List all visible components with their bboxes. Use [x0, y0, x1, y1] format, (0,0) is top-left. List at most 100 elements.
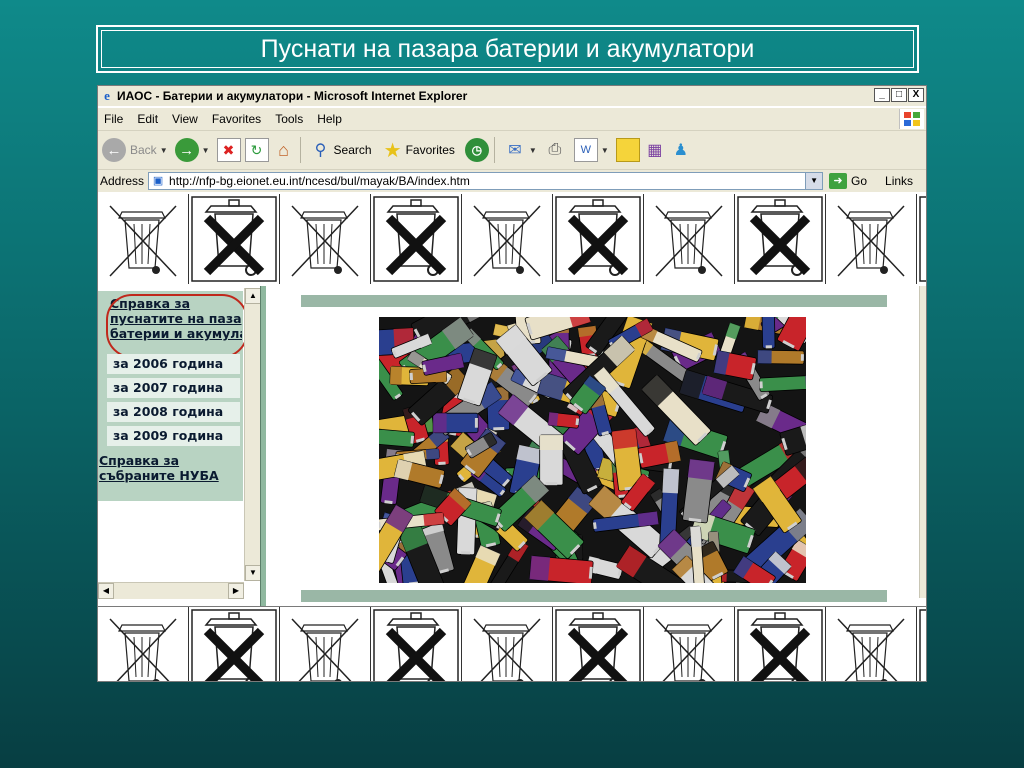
search-label: Search: [333, 143, 372, 157]
nav-item-2006[interactable]: за 2006 година: [107, 354, 240, 374]
bin-with-big-x-icon: [189, 607, 280, 681]
scroll-left-icon[interactable]: ◀: [98, 583, 114, 599]
scroll-down-icon[interactable]: ▼: [245, 565, 261, 581]
home-button[interactable]: ⌂: [273, 139, 295, 161]
bin-with-big-x-icon: [735, 194, 826, 284]
crossed-out-bin-icon: [280, 607, 371, 681]
messenger-button[interactable]: ♟: [670, 139, 692, 161]
links-button[interactable]: Links: [885, 174, 913, 188]
menu-tools[interactable]: Tools: [275, 112, 303, 126]
maximize-button[interactable]: □: [891, 88, 907, 102]
nav-link-line: събраните НУБА: [99, 468, 219, 483]
bin-with-big-x-icon: [735, 607, 826, 681]
bin-with-big-x-icon: [371, 607, 462, 681]
nav-vertical-scrollbar[interactable]: ▲ ▼: [244, 288, 261, 581]
scroll-up-icon[interactable]: ▲: [245, 288, 261, 304]
chevron-down-icon[interactable]: ▼: [202, 146, 210, 155]
nav-horizontal-scrollbar[interactable]: ◀ ▶: [98, 582, 244, 599]
edit-button[interactable]: W ▼: [573, 138, 612, 162]
windows-flag-icon: [899, 109, 924, 129]
page-icon: ▣: [152, 175, 164, 187]
scroll-right-icon[interactable]: ▶: [228, 583, 244, 599]
star-icon: ★: [383, 139, 402, 162]
crossed-out-bin-icon: [644, 607, 735, 681]
bin-with-big-x-icon: [553, 607, 644, 681]
favorites-label: Favorites: [405, 143, 455, 157]
printer-icon: ⎙: [548, 141, 562, 158]
search-icon: ⚲: [314, 142, 327, 159]
window-titlebar: e ИАОС - Батерии и акумулатори - Microso…: [98, 86, 926, 106]
note-icon: [615, 138, 640, 162]
chevron-down-icon[interactable]: ▼: [601, 146, 609, 155]
nav-panel: Справка за пуснатите на пазара батерии и…: [98, 291, 248, 501]
bin-with-big-x-icon: [553, 194, 644, 284]
nav-link-line: Справка за: [99, 453, 180, 468]
toolbar-separator: [493, 137, 495, 163]
mail-button[interactable]: ✉ ▼: [504, 139, 540, 161]
bin-with-big-x-icon: [371, 194, 462, 284]
word-edit-icon: W: [573, 138, 598, 162]
nav-link-collected-report[interactable]: Справка за събраните НУБА: [99, 453, 219, 483]
stop-button[interactable]: ✖: [216, 138, 241, 162]
back-button[interactable]: ← Back ▼: [102, 138, 171, 162]
refresh-button[interactable]: ↻: [244, 138, 269, 162]
home-icon: ⌂: [278, 139, 289, 160]
menu-edit[interactable]: Edit: [137, 112, 158, 126]
back-arrow-icon: ←: [102, 138, 126, 162]
crossed-out-bin-icon: [462, 194, 553, 284]
research-icon: ▦: [647, 142, 663, 159]
chevron-down-icon[interactable]: ▼: [529, 146, 537, 155]
print-button[interactable]: ⎙: [544, 139, 566, 161]
batteries-photo: [379, 317, 806, 583]
divider-rule: [301, 590, 887, 602]
menu-help[interactable]: Help: [317, 112, 342, 126]
slide-title-frame: Пуснати на пазара батерии и акумулатори: [96, 25, 919, 73]
menu-favorites[interactable]: Favorites: [212, 112, 261, 126]
history-icon: ◷: [464, 138, 489, 162]
search-button[interactable]: ⚲ Search: [310, 139, 372, 161]
forward-arrow-icon: →: [174, 138, 199, 162]
address-label: Address: [100, 174, 145, 188]
nav-item-2007[interactable]: за 2007 година: [107, 378, 240, 398]
slide-title: Пуснати на пазара батерии и акумулатори: [101, 30, 914, 68]
address-input[interactable]: ▣ http://nfp-bg.eionet.eu.int/ncesd/bul/…: [148, 172, 824, 190]
crossed-out-bin-icon: [826, 194, 917, 284]
nav-frame: Справка за пуснатите на пазара батерии и…: [98, 286, 261, 606]
minimize-button[interactable]: _: [874, 88, 890, 102]
address-bar: Address ▣ http://nfp-bg.eionet.eu.int/nc…: [98, 170, 926, 192]
window-title: ИАОС - Батерии и акумулатори - Microsoft…: [117, 89, 468, 103]
nav-item-2009[interactable]: за 2009 година: [107, 426, 240, 446]
history-button[interactable]: ◷: [464, 138, 489, 162]
main-vertical-scrollbar[interactable]: [919, 286, 926, 598]
crossed-out-bin-icon: [280, 194, 371, 284]
menu-view[interactable]: View: [172, 112, 198, 126]
go-button[interactable]: ➜ Go: [829, 173, 867, 189]
crossed-out-bin-icon: [98, 607, 189, 681]
divider-rule: [301, 295, 887, 307]
highlight-ring: [106, 294, 248, 358]
crossed-out-bin-icon: [462, 607, 553, 681]
chevron-down-icon[interactable]: ▼: [805, 173, 823, 189]
research-button[interactable]: ▦: [644, 139, 666, 161]
forward-button[interactable]: → ▼: [174, 138, 213, 162]
page-content: Справка за пуснатите на пазара батерии и…: [98, 286, 926, 606]
refresh-icon: ↻: [244, 138, 269, 162]
crossed-out-bin-icon: [826, 607, 917, 681]
banner-top: [98, 194, 926, 284]
go-label: Go: [851, 174, 868, 188]
discuss-button[interactable]: [615, 138, 640, 162]
main-frame: [266, 286, 926, 606]
close-button[interactable]: X: [908, 88, 924, 102]
menu-bar: File Edit View Favorites Tools Help: [98, 108, 926, 131]
crossed-out-bin-icon: [644, 194, 735, 284]
chevron-down-icon[interactable]: ▼: [160, 146, 168, 155]
favorites-button[interactable]: ★ Favorites: [382, 139, 455, 162]
toolbar-separator: [299, 137, 301, 163]
go-arrow-icon: ➜: [829, 173, 848, 189]
browser-window: e ИАОС - Батерии и акумулатори - Microso…: [97, 85, 927, 682]
menu-file[interactable]: File: [104, 112, 123, 126]
crossed-out-bin-icon: [98, 194, 189, 284]
messenger-icon: ♟: [673, 142, 688, 159]
nav-item-2008[interactable]: за 2008 година: [107, 402, 240, 422]
internet-explorer-icon: e: [104, 88, 110, 103]
